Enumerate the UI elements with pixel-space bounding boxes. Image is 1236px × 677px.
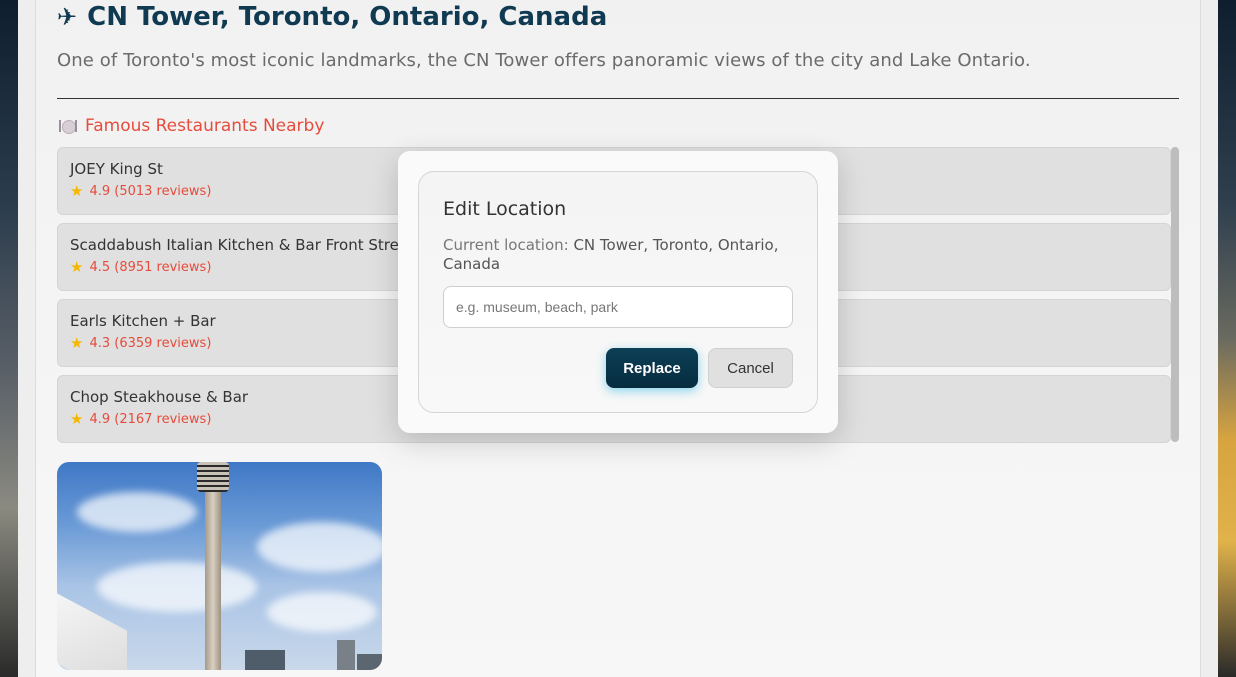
- restaurants-heading-text: Famous Restaurants Nearby: [85, 116, 325, 136]
- star-icon: ★: [70, 258, 84, 276]
- rating-text: 4.9 (5013 reviews): [89, 184, 212, 199]
- cancel-button[interactable]: Cancel: [708, 348, 793, 388]
- divider: [57, 98, 1179, 99]
- place-description: One of Toronto's most iconic landmarks, …: [57, 50, 1031, 71]
- current-location-label: Current location:: [443, 236, 574, 254]
- edit-location-dialog: Edit Location Current location: CN Tower…: [418, 171, 818, 413]
- restaurants-heading: Famous Restaurants Nearby: [59, 116, 324, 136]
- rating-text: 4.3 (6359 reviews): [89, 336, 212, 351]
- modal-title: Edit Location: [443, 198, 567, 220]
- place-photo: [57, 462, 382, 670]
- location-input[interactable]: [443, 286, 793, 328]
- airplane-icon: ✈: [57, 3, 78, 31]
- rating-text: 4.5 (8951 reviews): [89, 260, 212, 275]
- background-scenery-left: [0, 0, 18, 677]
- background-scenery-right: [1218, 0, 1236, 677]
- restaurant-list-scrollbar[interactable]: [1171, 147, 1179, 442]
- current-location: Current location: CN Tower, Toronto, Ont…: [443, 236, 803, 274]
- replace-button[interactable]: Replace: [606, 348, 698, 388]
- star-icon: ★: [70, 410, 84, 428]
- edit-location-modal: Edit Location Current location: CN Tower…: [398, 151, 838, 433]
- plate-icon: [59, 119, 77, 134]
- place-title-text: CN Tower, Toronto, Ontario, Canada: [87, 2, 608, 32]
- rating-text: 4.9 (2167 reviews): [89, 412, 212, 427]
- star-icon: ★: [70, 182, 84, 200]
- page-title: ✈ CN Tower, Toronto, Ontario, Canada: [57, 2, 607, 32]
- star-icon: ★: [70, 334, 84, 352]
